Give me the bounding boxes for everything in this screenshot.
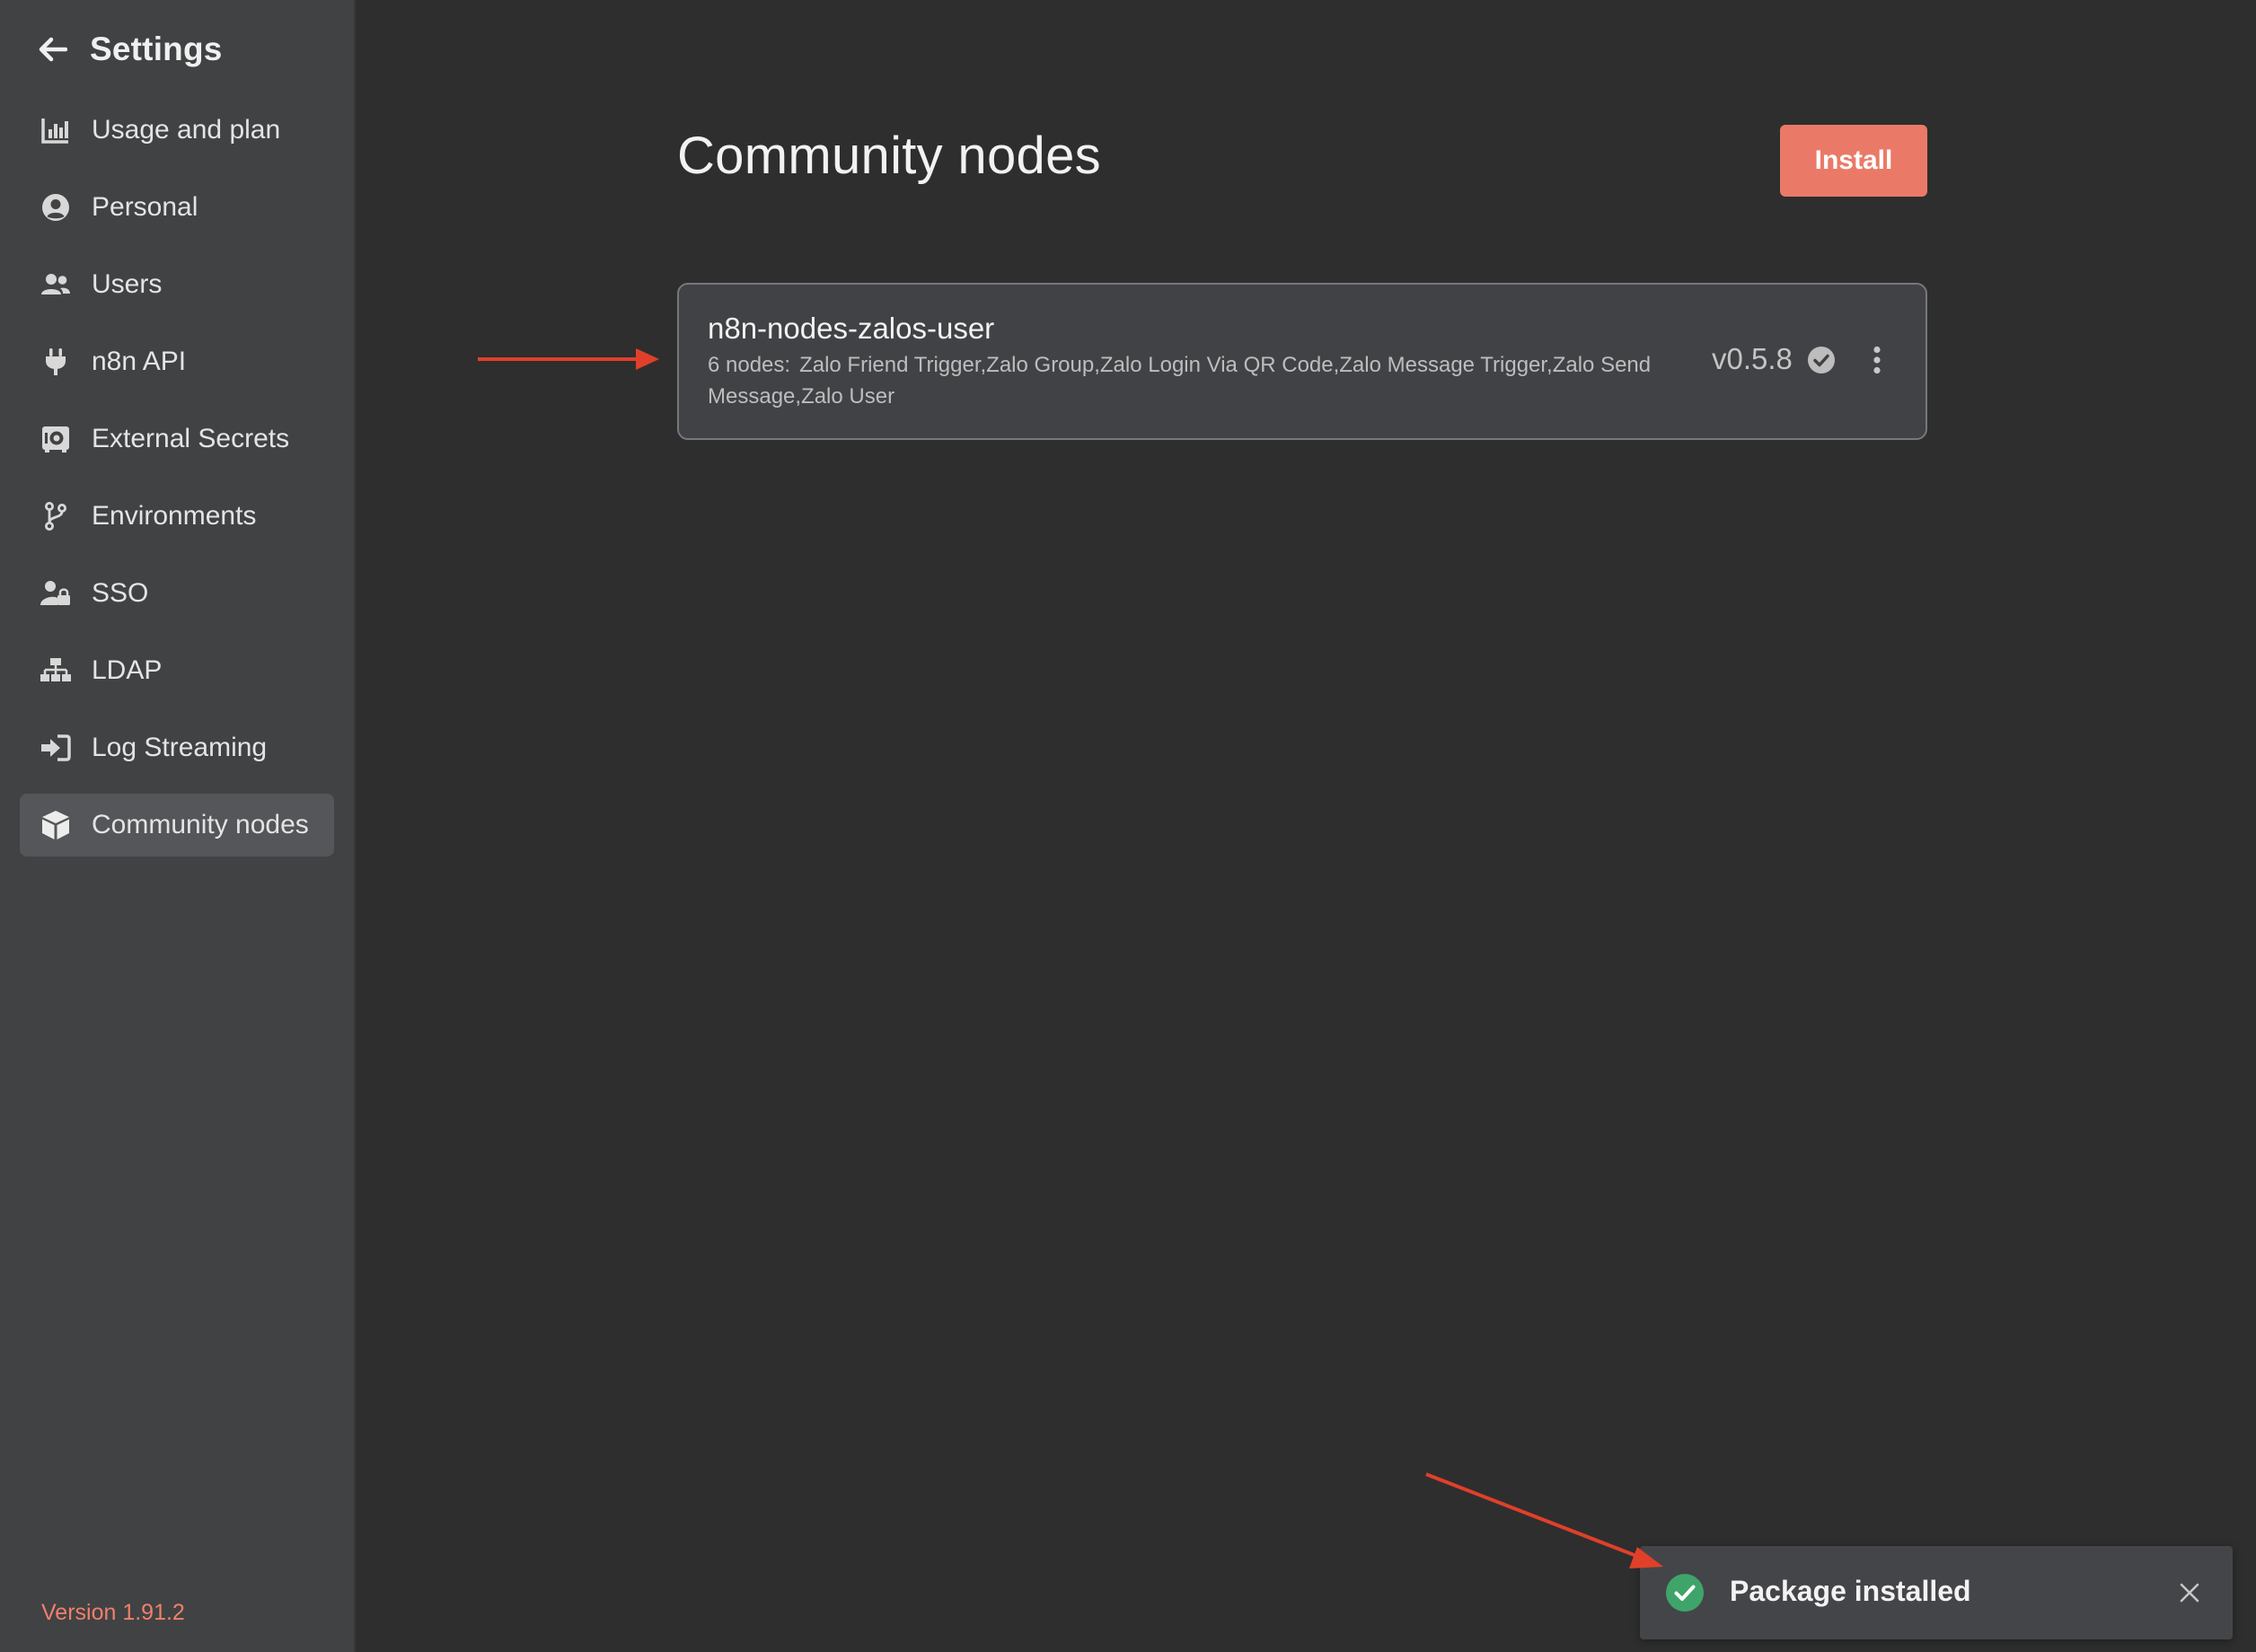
package-nodes: 6 nodes: Zalo Friend Trigger,Zalo Group,Z… [708, 349, 1669, 412]
settings-header: Settings [36, 27, 223, 72]
package-name: n8n-nodes-zalos-user [708, 312, 995, 345]
settings-nav: Usage and plan Personal Users n8n API Ex… [20, 99, 334, 871]
annotation-arrow-package [478, 348, 659, 370]
users-icon [40, 268, 72, 301]
sidebar-item-personal[interactable]: Personal [20, 176, 334, 239]
package-node-list: Zalo Friend Trigger,Zalo Group,Zalo Logi… [708, 353, 1652, 409]
annotation-arrow-toast [1425, 1472, 1663, 1569]
page-title: Community nodes [677, 127, 1101, 185]
sidebar-item-label: Environments [92, 501, 257, 531]
package-node-count: 6 nodes: [708, 353, 791, 377]
chart-bar-icon [40, 114, 72, 146]
sidebar-item-label: Usage and plan [92, 115, 281, 145]
sidebar-item-label: n8n API [92, 347, 187, 376]
sidebar-item-environments[interactable]: Environments [20, 485, 334, 548]
arrow-left-icon[interactable] [36, 32, 70, 66]
cube-icon [40, 809, 72, 841]
sidebar-item-community-nodes[interactable]: Community nodes [20, 794, 334, 857]
git-branch-icon [40, 500, 72, 532]
package-card[interactable]: n8n-nodes-zalos-user 6 nodes: Zalo Friend… [677, 283, 1927, 440]
network-wired-icon [40, 655, 72, 687]
sidebar: Settings Usage and plan Personal Users n… [0, 0, 356, 1652]
sidebar-item-label: Personal [92, 192, 198, 222]
settings-title: Settings [90, 31, 223, 67]
sidebar-item-log-streaming[interactable]: Log Streaming [20, 716, 334, 779]
more-vertical-icon[interactable] [1866, 342, 1888, 378]
sidebar-item-label: Users [92, 269, 163, 299]
sidebar-item-external-secrets[interactable]: External Secrets [20, 408, 334, 470]
sidebar-item-usage-and-plan[interactable]: Usage and plan [20, 99, 334, 162]
toast-message: Package installed [1730, 1575, 1971, 1607]
success-check-icon [1665, 1573, 1705, 1612]
sign-in-icon [40, 732, 72, 764]
user-lock-icon [40, 577, 72, 610]
toast-notification: Package installed [1640, 1546, 2233, 1639]
sidebar-item-label: Community nodes [92, 810, 309, 839]
close-icon[interactable] [2179, 1582, 2200, 1604]
vault-icon [40, 423, 72, 455]
package-version: v0.5.8 [1712, 342, 1793, 375]
sidebar-item-n8n-api[interactable]: n8n API [20, 330, 334, 393]
check-circle-icon [1807, 346, 1836, 374]
sidebar-item-label: Log Streaming [92, 733, 268, 762]
sidebar-item-ldap[interactable]: LDAP [20, 639, 334, 702]
install-button[interactable]: Install [1780, 125, 1927, 197]
sidebar-item-label: External Secrets [92, 424, 290, 453]
sidebar-item-label: SSO [92, 578, 149, 608]
user-circle-icon [40, 191, 72, 224]
plug-icon [40, 346, 72, 378]
sidebar-item-label: LDAP [92, 655, 163, 685]
version-label: Version 1.91.2 [41, 1600, 185, 1625]
sidebar-item-sso[interactable]: SSO [20, 562, 334, 625]
sidebar-item-users[interactable]: Users [20, 253, 334, 316]
